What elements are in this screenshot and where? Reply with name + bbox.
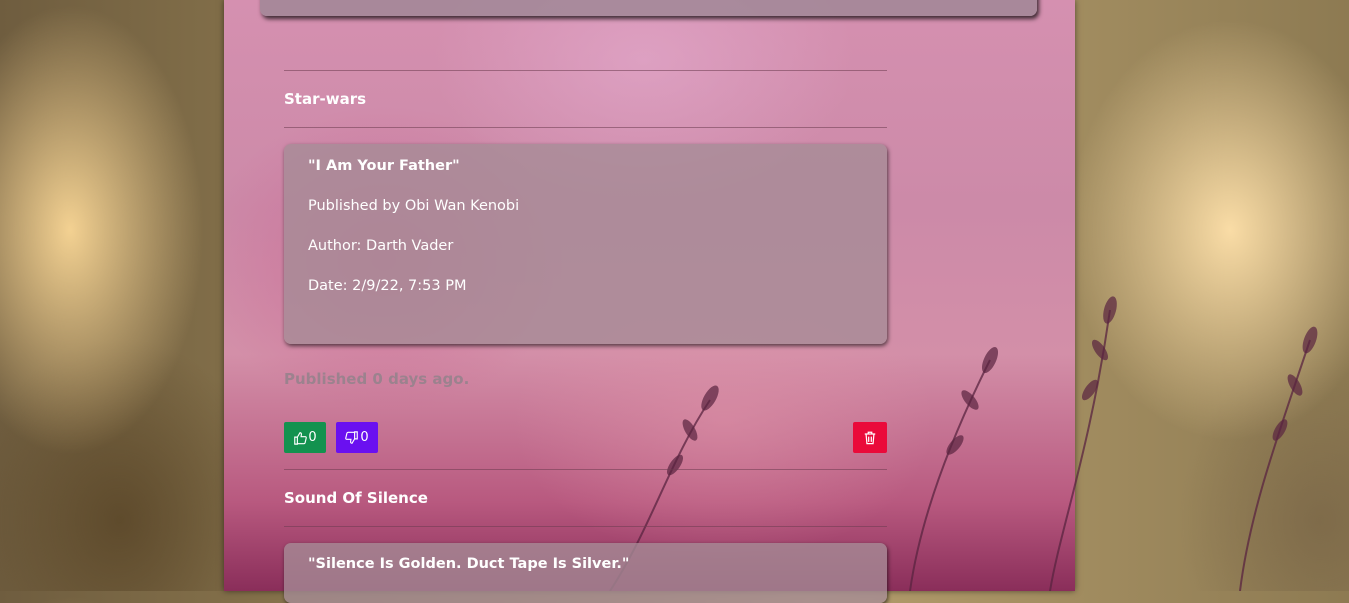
dislike-count: 0 <box>360 430 369 445</box>
divider <box>284 127 887 128</box>
published-by: Published by Obi Wan Kenobi <box>308 198 520 214</box>
published-ago: Published 0 days ago. <box>284 370 470 388</box>
trash-icon <box>864 431 876 445</box>
like-count: 0 <box>308 430 317 445</box>
post-category-title: Sound Of Silence <box>284 489 428 507</box>
divider <box>284 469 887 470</box>
author: Author: Darth Vader <box>308 238 454 254</box>
thumbs-up-icon <box>294 431 308 445</box>
divider <box>284 70 887 71</box>
thumbs-down-icon <box>345 430 359 444</box>
delete-button[interactable] <box>853 422 887 453</box>
quote-card: "I Am Your Father" Published by Obi Wan … <box>284 144 887 344</box>
quote-text: "Silence Is Golden. Duct Tape Is Silver.… <box>308 556 630 572</box>
date: Date: 2/9/22, 7:53 PM <box>308 278 467 294</box>
dislike-button[interactable]: 0 <box>336 422 378 453</box>
quote-card: "Silence Is Golden. Duct Tape Is Silver.… <box>284 543 887 603</box>
previous-post-card <box>260 0 1037 16</box>
post-category-title: Star-wars <box>284 90 367 108</box>
divider <box>284 526 887 527</box>
like-button[interactable]: 0 <box>284 422 326 453</box>
quote-text: "I Am Your Father" <box>308 158 460 174</box>
